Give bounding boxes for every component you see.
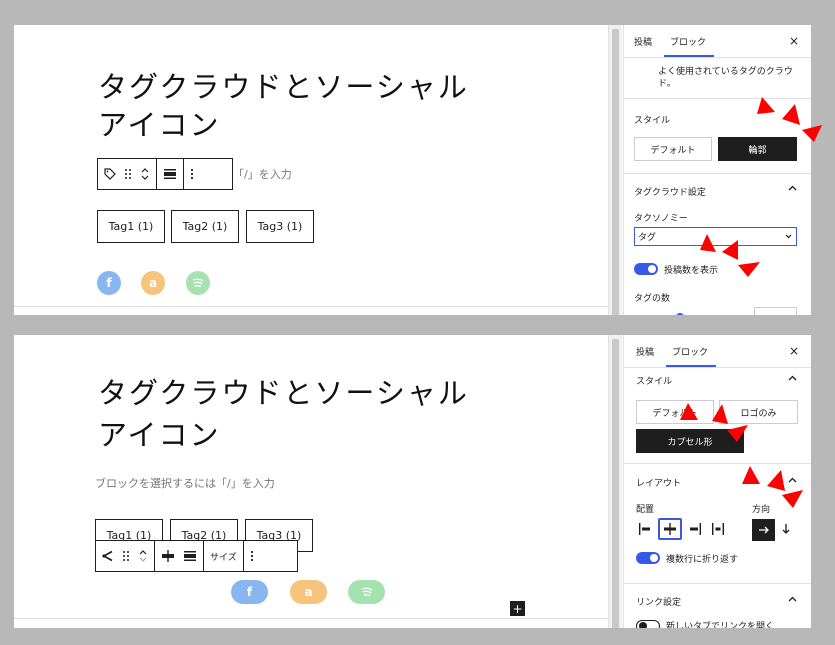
annotation-arrow (727, 425, 748, 442)
annotation-arrow (680, 403, 698, 420)
annotation-arrow (742, 466, 760, 484)
annotation-arrow (722, 240, 738, 260)
annotation-arrow (738, 262, 760, 277)
annotation-arrow (782, 104, 800, 125)
annotation-arrow (700, 234, 716, 252)
annotation-arrow (712, 404, 728, 424)
annotation-arrow (802, 125, 822, 142)
annotation-arrow (757, 97, 775, 114)
annotation-arrow (782, 490, 803, 508)
annotation-arrow (767, 470, 785, 491)
annotation-arrows (680, 97, 822, 508)
